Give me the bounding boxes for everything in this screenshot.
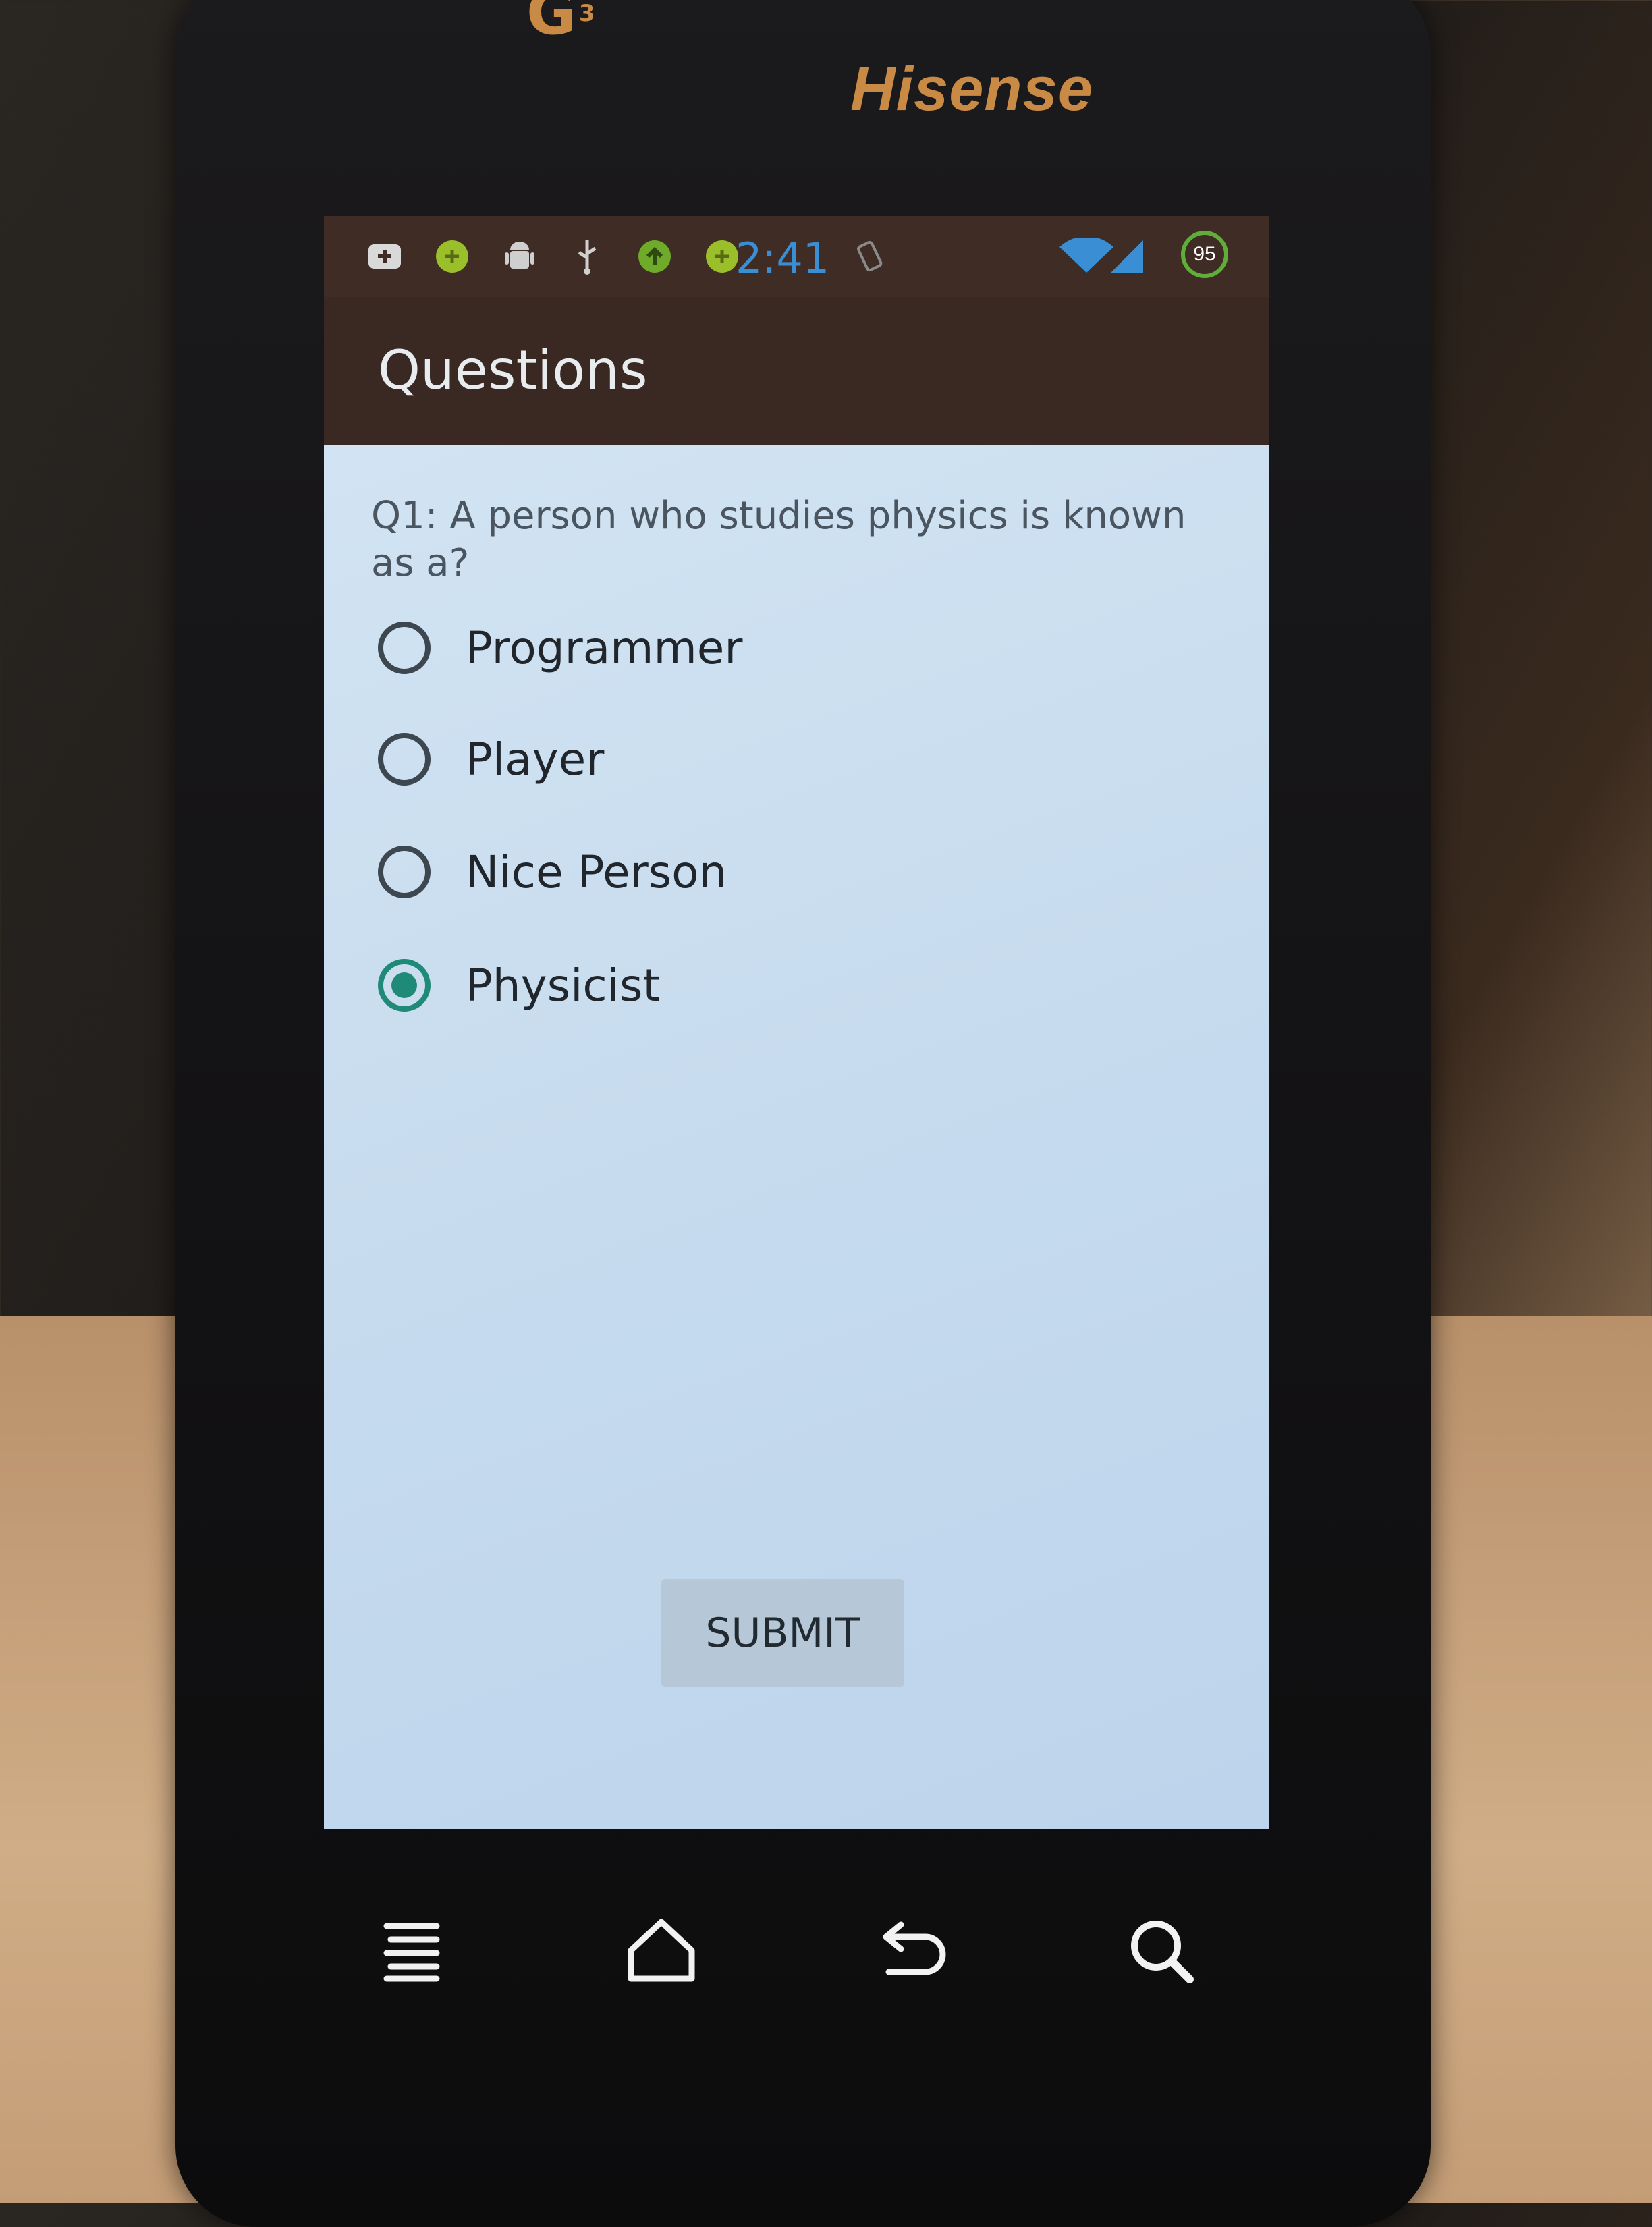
battery-indicator: 95 xyxy=(1181,231,1228,278)
green-notification-icon xyxy=(432,238,472,275)
action-bar: Questions xyxy=(324,297,1269,445)
option-label[interactable]: Player xyxy=(466,734,604,786)
carrier-logo: G3 xyxy=(526,0,595,49)
phone-screen: 2:41 95 Questions Q1: A person who studi… xyxy=(324,216,1269,1829)
back-icon[interactable] xyxy=(864,1903,958,1998)
search-icon[interactable] xyxy=(1113,1903,1208,1998)
radio-button[interactable] xyxy=(378,622,431,674)
radio-button-selected[interactable] xyxy=(378,959,431,1012)
question-text: Q1: A person who studies physics is know… xyxy=(371,494,1186,585)
option-label[interactable]: Physicist xyxy=(466,960,660,1012)
page-title: Questions xyxy=(378,339,648,402)
option-player[interactable]: Player xyxy=(378,719,1120,800)
menu-icon[interactable] xyxy=(364,1903,459,1998)
option-label[interactable]: Programmer xyxy=(466,622,743,674)
option-nice-person[interactable]: Nice Person xyxy=(378,831,1120,912)
usb-icon xyxy=(567,238,607,275)
submit-button[interactable]: SUBMIT xyxy=(661,1579,904,1687)
plus-badge-icon xyxy=(364,238,405,275)
home-icon[interactable] xyxy=(614,1903,709,1998)
option-programmer[interactable]: Programmer xyxy=(378,607,1120,688)
radio-button[interactable] xyxy=(378,846,431,898)
radio-button[interactable] xyxy=(378,733,431,786)
quiz-content: Q1: A person who studies physics is know… xyxy=(324,445,1269,1829)
navigation-bar xyxy=(324,1890,1296,2011)
signal-icon xyxy=(1107,238,1147,275)
brand-logo: Hisense xyxy=(850,55,1093,123)
screen-rotate-icon xyxy=(850,238,891,275)
status-bar: 2:41 95 xyxy=(324,216,1269,297)
upload-icon xyxy=(634,238,675,275)
option-physicist[interactable]: Physicist xyxy=(378,945,1120,1026)
status-time: 2:41 xyxy=(736,233,830,283)
option-label[interactable]: Nice Person xyxy=(466,846,727,898)
android-debug-icon xyxy=(499,238,540,275)
